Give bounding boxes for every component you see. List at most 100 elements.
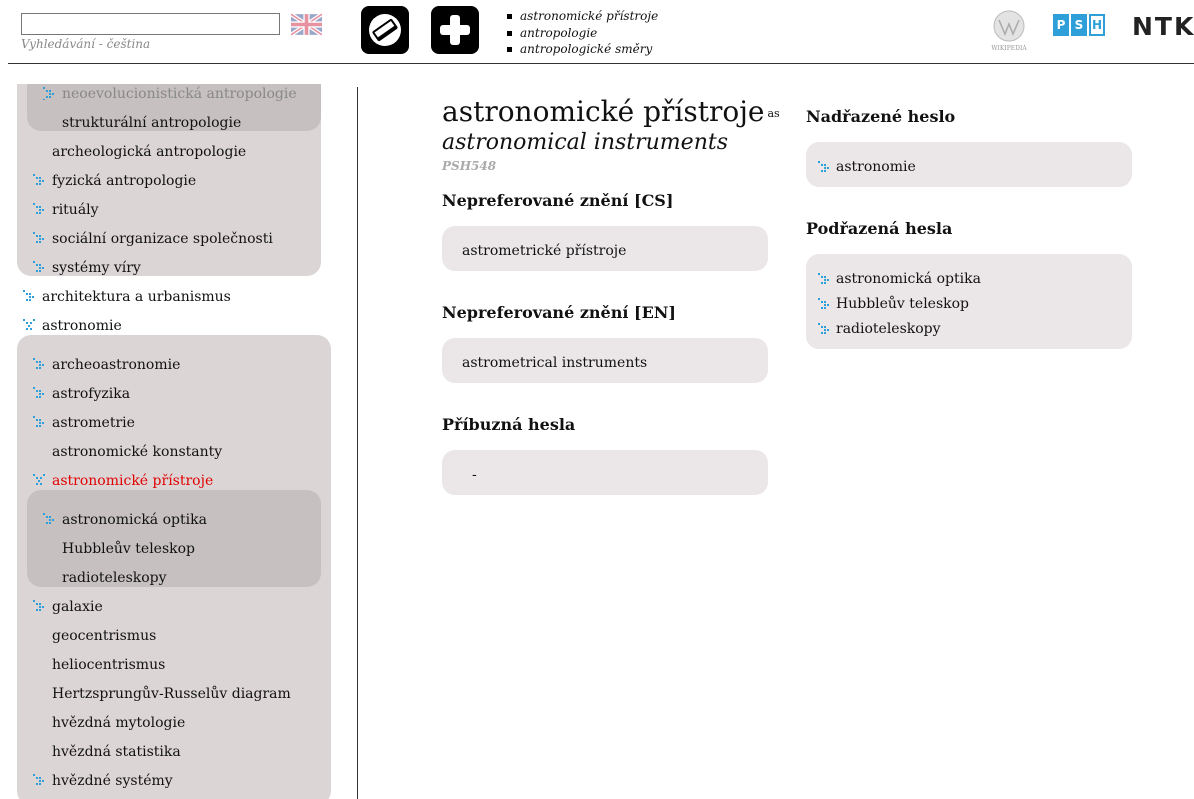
related-box: - [442,450,768,495]
expand-arrow-icon[interactable] [22,289,36,303]
link-arrow-icon [818,323,829,334]
collapse-arrow-icon[interactable] [32,473,46,487]
tree-item[interactable]: astrometrie [33,414,135,432]
tree-item[interactable]: galaxie [33,598,103,616]
expand-arrow-icon[interactable] [32,386,46,400]
tree-item[interactable]: architektura a urbanismus [23,288,231,306]
broader-term-link[interactable]: astronomie [818,159,916,175]
nonpref-en-heading: Nepreferované znění [EN] [442,303,676,322]
tree-item-label: Hertzsprungův-Russelův diagram [52,686,291,702]
expand-arrow-icon[interactable] [32,599,46,613]
tree-item-label: astronomické přístroje [52,473,214,489]
expand-arrow-icon[interactable] [42,512,56,526]
tree-item-label: hvězdné systémy [52,773,173,789]
english-flag-icon[interactable] [291,13,322,36]
expand-arrow-icon[interactable] [32,415,46,429]
collapse-arrow-icon[interactable] [22,318,36,332]
tree-item-label: archeoastronomie [52,357,181,373]
nonpref-cs-heading: Nepreferované znění [CS] [442,191,674,210]
tree-item[interactable]: radioteleskopy [62,569,167,587]
tree-item-label: systémy víry [52,260,141,276]
tree-item-label: strukturální antropologie [62,115,242,131]
link-arrow-icon [818,161,829,172]
term-id: PSH548 [442,159,497,173]
tree-item-label: galaxie [52,599,103,615]
wikipedia-logo[interactable]: WIKIPEDIA [985,8,1033,52]
psh-letter: P [1053,14,1069,36]
tree-item-label: Hubbleův teleskop [62,541,196,557]
expand-arrow-icon[interactable] [32,202,46,216]
tree-item[interactable]: Hubbleův teleskop [62,540,195,558]
narrower-term-label: astronomická optika [836,271,981,287]
narrower-box: astronomická optika Hubbleův teleskop ra… [806,254,1132,349]
sidebar-tree: neoevolucionistická antropologie struktu… [6,84,342,799]
tree-item[interactable]: fyzická antropologie [33,172,196,190]
related-heading: Příbuzná hesla [442,415,576,434]
tree-item-label: astronomické konstanty [52,444,223,460]
broader-term-label: astronomie [836,159,916,175]
nonpref-en-value: astrometrical instruments [462,355,648,371]
history-item[interactable]: antropologické směry [506,41,658,58]
psh-logo[interactable]: P S H [1053,14,1105,36]
tree-item[interactable]: astronomické konstanty [52,443,222,461]
link-arrow-icon [818,273,829,284]
tree-item[interactable]: rituály [33,201,99,219]
add-icon[interactable] [431,6,479,54]
tree-item[interactable]: astronomická optika [43,511,207,529]
expand-arrow-icon[interactable] [32,231,46,245]
broader-box: astronomie [806,142,1132,187]
tree-item-label: astronomie [42,318,122,334]
tree-item[interactable]: archeologická antropologie [52,143,246,161]
book-icon[interactable] [361,6,409,54]
tree-item-active[interactable]: astronomické přístroje [33,472,214,490]
nonpref-cs-box: astrometrické přístroje [442,226,768,271]
language-badge: as [767,107,780,120]
tree-item[interactable]: geocentrismus [52,627,156,645]
tree-item[interactable]: hvězdné systémy [33,772,173,790]
tree-item[interactable]: heliocentrismus [52,656,165,674]
tree-item[interactable]: astrofyzika [33,385,131,403]
narrower-term-label: radioteleskopy [836,321,941,337]
tree-item[interactable]: sociální organizace společnosti [33,230,273,248]
tree-item[interactable]: archeoastronomie [33,356,181,374]
related-value: - [472,467,477,483]
ntk-logo[interactable]: NTK [1132,12,1194,41]
history-item[interactable]: astronomické přístroje [506,8,658,25]
expand-arrow-icon[interactable] [32,260,46,274]
tree-item[interactable]: systémy víry [33,259,141,277]
tree-item-label: astrometrie [52,415,135,431]
expand-arrow-icon[interactable] [32,357,46,371]
psh-letter: H [1089,14,1105,36]
tree-item[interactable]: astronomie [23,317,122,335]
tree-item-label: hvězdná mytologie [52,715,186,731]
tree-item[interactable]: Hertzsprungův-Russelův diagram [52,685,291,703]
tree-item-label: astronomická optika [62,512,207,528]
search-area: Vyhledávání - čeština [21,12,280,51]
search-input[interactable] [21,12,280,35]
history-list: astronomické přístroje antropologie antr… [506,8,658,58]
tree-item[interactable]: strukturální antropologie [62,114,241,132]
term-english: astronomical instruments [442,130,728,155]
expand-arrow-icon[interactable] [32,773,46,787]
tree-item[interactable]: hvězdná mytologie [52,714,185,732]
broader-heading: Nadřazené heslo [806,107,956,126]
term-title: astronomické přístroje as [442,95,780,129]
narrower-term-link[interactable]: astronomická optika [818,271,981,287]
sidebar-divider [357,87,358,799]
search-hint: Vyhledávání - čeština [21,36,151,51]
tree-item[interactable]: neoevolucionistická antropologie [43,85,297,103]
narrower-term-link[interactable]: Hubbleův teleskop [818,296,970,312]
expand-arrow-icon[interactable] [32,173,46,187]
nonpref-cs-value: astrometrické přístroje [462,243,627,259]
tree-item-label: geocentrismus [52,628,157,644]
expand-arrow-icon[interactable] [42,86,56,100]
narrower-term-link[interactable]: radioteleskopy [818,321,941,337]
tree-item[interactable]: hvězdná statistika [52,743,181,761]
tree-item-label: rituály [52,202,99,218]
narrower-term-label: Hubbleův teleskop [836,296,970,312]
tree-item-label: astrofyzika [52,386,131,402]
nonpref-en-box: astrometrical instruments [442,338,768,383]
psh-letter: S [1071,14,1087,36]
history-item[interactable]: antropologie [506,25,658,42]
tree-item-label: radioteleskopy [62,570,167,586]
